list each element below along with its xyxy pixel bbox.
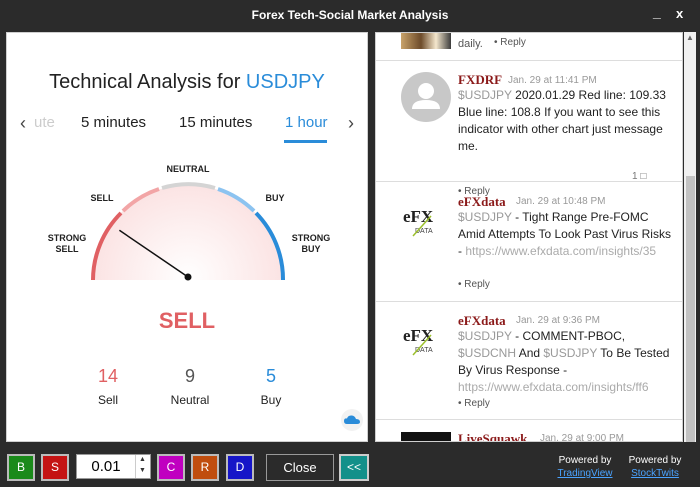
post-body: $USDJPY - COMMENT-PBOC, $USDCNH And $USD… <box>458 328 674 396</box>
spin-buttons: ▲ ▼ <box>135 455 150 478</box>
gauge-pivot <box>184 273 192 281</box>
post-url-link[interactable]: https://www.efxdata.com/insights/35 <box>465 244 656 258</box>
tab-1-hour[interactable]: 1 hour <box>285 114 328 131</box>
tab-1-minute[interactable]: ute <box>34 114 55 131</box>
c-button[interactable]: C <box>157 454 185 481</box>
comment-count[interactable]: 1 □ <box>632 171 646 182</box>
scroll-up-arrow-icon[interactable]: ▲ <box>686 33 694 42</box>
gauge-label-strong-buy: STRONG BUY <box>291 233 331 254</box>
rating-verdict: SELL <box>158 308 216 333</box>
cloud-icon[interactable] <box>341 409 363 431</box>
decrement-arrow-icon[interactable]: ▼ <box>139 467 146 474</box>
count-sell-value: 14 <box>97 366 119 386</box>
efx-logo-icon: eFX DATA <box>401 321 441 361</box>
post-text: - COMMENT-PBOC, <box>511 329 626 343</box>
collapse-button[interactable]: << <box>339 454 369 481</box>
tab-15-minutes[interactable]: 15 minutes <box>179 114 252 131</box>
increment-arrow-icon[interactable]: ▲ <box>139 456 146 463</box>
reply-link[interactable]: • Reply <box>494 37 526 48</box>
post-body: $USDJPY 2020.01.29 Red line: 109.33 Blue… <box>458 87 674 155</box>
post-author[interactable]: FXDRF <box>458 72 502 88</box>
svg-text:eFX: eFX <box>403 207 434 226</box>
post-text: And <box>516 346 544 360</box>
post-body: $USDJPY - Tight Range Pre-FOMC Amid Atte… <box>458 209 674 277</box>
lot-size-input[interactable] <box>79 457 133 476</box>
reply-label: Reply <box>464 398 490 409</box>
gauge-label-buy: BUY <box>265 193 285 203</box>
tab-5-minutes[interactable]: 5 minutes <box>81 114 146 131</box>
comment-count-value: 1 <box>632 171 638 182</box>
count-neutral-value: 9 <box>184 366 195 386</box>
reply-link[interactable]: • Reply <box>458 279 490 290</box>
avatar <box>401 432 451 441</box>
user-silhouette-icon <box>412 83 440 109</box>
post-time[interactable]: Jan. 29 at 9:00 PM <box>540 433 624 441</box>
close-button[interactable]: Close <box>266 454 334 481</box>
analysis-title: Technical Analysis for USDJPY <box>7 71 367 94</box>
title-bar: Forex Tech-Social Market Analysis _ x <box>0 0 700 30</box>
feed-item: eFX DATA eFXdata Jan. 29 at 10:48 PM $USD… <box>376 182 682 302</box>
post-time[interactable]: Jan. 29 at 9:36 PM <box>516 315 600 326</box>
gauge-label-strong-sell: STRONG SELL <box>47 233 87 254</box>
post-time[interactable]: Jan. 29 at 11:41 PM <box>508 75 597 86</box>
feed-scroll-thumb[interactable] <box>686 176 695 442</box>
tabs-prev-arrow-icon[interactable]: ‹ <box>20 113 26 134</box>
post-author[interactable]: eFXdata <box>458 194 506 210</box>
feed-item: eFX DATA eFXdata Jan. 29 at 9:36 PM $USDJ… <box>376 302 682 420</box>
ticker-link[interactable]: $USDCNH <box>458 346 516 360</box>
rating-gauge: STRONG SELL SELL NEUTRAL BUY STRONG BUY <box>7 153 369 293</box>
ticker-link[interactable]: $USDJPY <box>458 88 512 102</box>
post-author[interactable]: eFXdata <box>458 313 506 329</box>
gauge-label-neutral: NEUTRAL <box>166 164 210 174</box>
ticker-link[interactable]: $USDJPY <box>458 329 512 343</box>
comment-icon: □ <box>640 171 647 182</box>
interval-tabs: ‹ ute 5 minutes 15 minutes 1 hour › <box>7 113 367 143</box>
post-url-link[interactable]: https://www.efxdata.com/insights/ff6 <box>458 380 649 394</box>
buy-button[interactable]: B <box>7 454 35 481</box>
active-tab-indicator <box>284 140 327 143</box>
powered-by-tradingview: Powered by TradingView <box>556 454 614 480</box>
feed-item-previous: daily. • Reply <box>376 33 682 61</box>
feed-item: FXDRF Jan. 29 at 11:41 PM $USDJPY 2020.0… <box>376 61 682 197</box>
analysis-title-prefix: Technical Analysis for <box>49 71 241 93</box>
r-button[interactable]: R <box>191 454 219 481</box>
close-window-button[interactable]: x <box>676 6 683 21</box>
count-sell-label: Sell <box>97 393 118 407</box>
post-author[interactable]: LiveSquawk <box>458 431 527 441</box>
d-button[interactable]: D <box>226 454 254 481</box>
technical-analysis-panel: Technical Analysis for USDJPY ‹ ute 5 mi… <box>6 32 368 442</box>
reply-label: Reply <box>500 37 526 48</box>
tabs-next-arrow-icon[interactable]: › <box>348 113 354 134</box>
minimize-button[interactable]: _ <box>653 4 661 20</box>
powered-by-stocktwits: Powered by StockTwits <box>626 454 684 480</box>
powered-by-label: Powered by <box>628 455 682 466</box>
powered-by-label: Powered by <box>558 455 612 466</box>
tradingview-link[interactable]: TradingView <box>556 467 614 480</box>
bottom-toolbar: B S ▲ ▼ C R D Close << Powered by Tradin… <box>0 445 700 487</box>
count-buy-value: 5 <box>265 366 276 386</box>
efx-logo-icon: eFX DATA <box>401 202 441 242</box>
ticker-link[interactable]: $USDJPY <box>543 346 597 360</box>
count-neutral-label: Neutral <box>170 393 210 407</box>
count-buy: 5 Buy <box>231 366 311 407</box>
feed-fragment: daily. <box>458 38 483 50</box>
avatar <box>401 72 451 122</box>
avatar <box>401 33 451 49</box>
count-sell: 14 Sell <box>68 366 148 407</box>
sell-button[interactable]: S <box>41 454 69 481</box>
gauge-label-sell: SELL <box>90 193 114 203</box>
count-buy-label: Buy <box>260 393 282 407</box>
feed-item: LiveSquawk Jan. 29 at 9:00 PM <box>376 420 682 441</box>
stocktwits-link[interactable]: StockTwits <box>626 467 684 480</box>
reply-label: Reply <box>464 279 490 290</box>
count-neutral: 9 Neutral <box>150 366 230 407</box>
svg-text:eFX: eFX <box>403 326 434 345</box>
analysis-symbol: USDJPY <box>245 71 325 93</box>
window-title: Forex Tech-Social Market Analysis <box>251 8 449 22</box>
post-time[interactable]: Jan. 29 at 10:48 PM <box>516 196 606 207</box>
ticker-link[interactable]: $USDJPY <box>458 210 512 224</box>
reply-link[interactable]: • Reply <box>458 398 490 409</box>
social-feed: daily. • Reply FXDRF Jan. 29 at 11:41 PM… <box>375 32 683 442</box>
lot-size-stepper: ▲ ▼ <box>76 454 151 479</box>
